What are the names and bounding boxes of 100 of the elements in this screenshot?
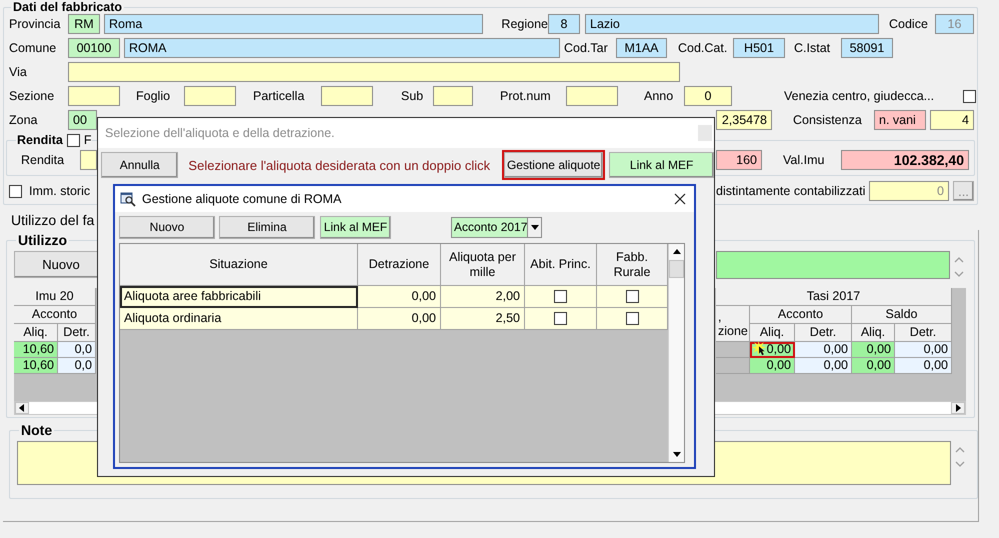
province-name-field[interactable]: Roma (104, 14, 483, 34)
istat-code-field[interactable]: 58091 (841, 38, 893, 58)
table-cell: 0,00 (795, 342, 852, 358)
column-header: Detr. (58, 324, 96, 342)
scrollbar-thumb[interactable] (669, 260, 684, 278)
checkbox[interactable] (626, 312, 638, 325)
column-header: Detr. (895, 324, 952, 342)
coefficient-field[interactable]: 2,35478 (716, 110, 772, 130)
province-code-field[interactable]: RM (68, 14, 100, 34)
field-label: Particella (253, 89, 306, 103)
table-cell[interactable]: Aliquota aree fabbricabili (120, 286, 358, 308)
table-cell (716, 358, 750, 374)
column-header: Imu 20 (14, 288, 96, 306)
cancel-button[interactable]: Annulla (101, 152, 178, 178)
table-cell: 0,0 (58, 358, 96, 374)
table-cell[interactable]: Aliquota ordinaria (120, 308, 358, 330)
street-field[interactable] (68, 62, 680, 82)
caret-icon[interactable] (530, 223, 539, 231)
delete-button[interactable]: Elimina (219, 216, 315, 238)
window-title: Selezione dell'aliquota e della detrazione. (105, 126, 335, 140)
unit-field[interactable]: n. vani (874, 110, 926, 130)
instruction-text: Selezionare l'aliquota desiderata con un doppio click (188, 158, 490, 172)
income-value-field[interactable]: 160 (716, 150, 762, 170)
mef-link-button[interactable]: Link al MEF (320, 216, 391, 238)
table-cell: 0,00 (795, 358, 852, 374)
field-label: Via (9, 65, 28, 79)
sheet-field[interactable] (184, 86, 236, 106)
scroll-down-icon[interactable] (672, 450, 680, 458)
vertical-scrollbar[interactable] (668, 244, 684, 462)
usage-field[interactable] (716, 251, 950, 279)
checkbox[interactable] (554, 312, 567, 325)
scroll-left-icon[interactable] (18, 404, 26, 412)
checkbox[interactable] (963, 90, 976, 102)
close-button[interactable] (674, 193, 686, 205)
manage-rates-button[interactable]: Gestione aliquote (504, 152, 604, 178)
column-header: Acconto (750, 306, 852, 324)
table-cell: 0,00 (750, 358, 795, 374)
mef-link-button[interactable]: Link al MEF (609, 152, 714, 178)
column-header: Saldo (852, 306, 952, 324)
field-label: Foglio (136, 89, 172, 103)
field-label: Sezione (9, 89, 56, 103)
group-title: Utilizzo (17, 233, 68, 247)
column-header: , zione (716, 306, 750, 342)
column-header: Abit. Princ. (525, 244, 597, 286)
table-cell: 0,00 (750, 342, 795, 358)
scroll-right-icon[interactable] (954, 404, 962, 412)
protocol-field[interactable] (566, 86, 618, 106)
sparkle-cursor-icon (751, 339, 767, 357)
window-title: Gestione aliquote comune di ROMA (142, 192, 342, 206)
field-label: Regione (500, 17, 548, 31)
field-label: C.Istat (794, 41, 832, 55)
field-label: Val.Imu (783, 153, 826, 167)
parcel-field[interactable] (321, 86, 373, 106)
table-cell: 0,0 (58, 342, 96, 358)
field-label: Prot.num (500, 89, 552, 103)
tariff-code-field[interactable]: M1AA (616, 38, 667, 58)
column-header: Detr. (795, 324, 852, 342)
section-field[interactable] (68, 86, 120, 106)
field-label: distintamente contabilizzati (716, 184, 866, 198)
group-title: Note (20, 423, 54, 437)
column-header: Aliq. (14, 324, 58, 342)
table-cell: 2,50 (441, 308, 525, 330)
field-label: Consistenza (793, 113, 863, 127)
checkbox-label: F (84, 133, 92, 147)
field-label: Sub (401, 89, 424, 103)
region-name-field[interactable]: Lazio (585, 14, 879, 34)
field-label: Imm. storic (29, 184, 90, 198)
year-field[interactable]: 0 (684, 86, 732, 106)
field-label: Codice (889, 17, 929, 31)
column-header: Aliquota per mille (441, 244, 525, 286)
column-header: Detrazione (358, 244, 441, 286)
period-dropdown[interactable]: Acconto 2017 (451, 216, 542, 238)
column-header: Aliq. (750, 324, 795, 342)
table-cell: 0,00 (852, 358, 895, 374)
column-header: Aliq. (852, 324, 895, 342)
group-title: Dati del fabbricato (12, 0, 124, 14)
municipality-code-field[interactable]: 00100 (68, 38, 120, 58)
table-cell: 0,00 (895, 342, 952, 358)
cadastral-code-field[interactable]: H501 (733, 38, 785, 58)
field-label: Cod.Tar (564, 41, 609, 55)
scroll-up-icon[interactable] (672, 248, 680, 256)
table-cell (716, 342, 750, 358)
column-header: Situazione (120, 244, 358, 286)
table-cell: 0,00 (358, 286, 441, 308)
zone-field[interactable]: 00 (68, 110, 97, 130)
checkbox[interactable] (9, 184, 22, 198)
new-button[interactable]: Nuovo (119, 216, 215, 238)
municipality-name-field[interactable]: ROMA (124, 38, 560, 58)
income-field[interactable] (80, 150, 97, 170)
consistency-field[interactable]: 4 (930, 110, 974, 130)
checkbox[interactable] (554, 290, 567, 303)
checkbox[interactable] (626, 290, 638, 303)
checkbox[interactable] (66, 134, 80, 146)
field-label: Rendita (21, 153, 66, 167)
table-cell: 0,00 (895, 358, 952, 374)
table-cell: 10,60 (14, 358, 58, 374)
imu-value-field[interactable]: 102.382,40 (841, 150, 969, 170)
sub-field[interactable] (433, 86, 473, 106)
field-label: Anno (644, 89, 674, 103)
region-code-field[interactable]: 8 (548, 14, 580, 34)
